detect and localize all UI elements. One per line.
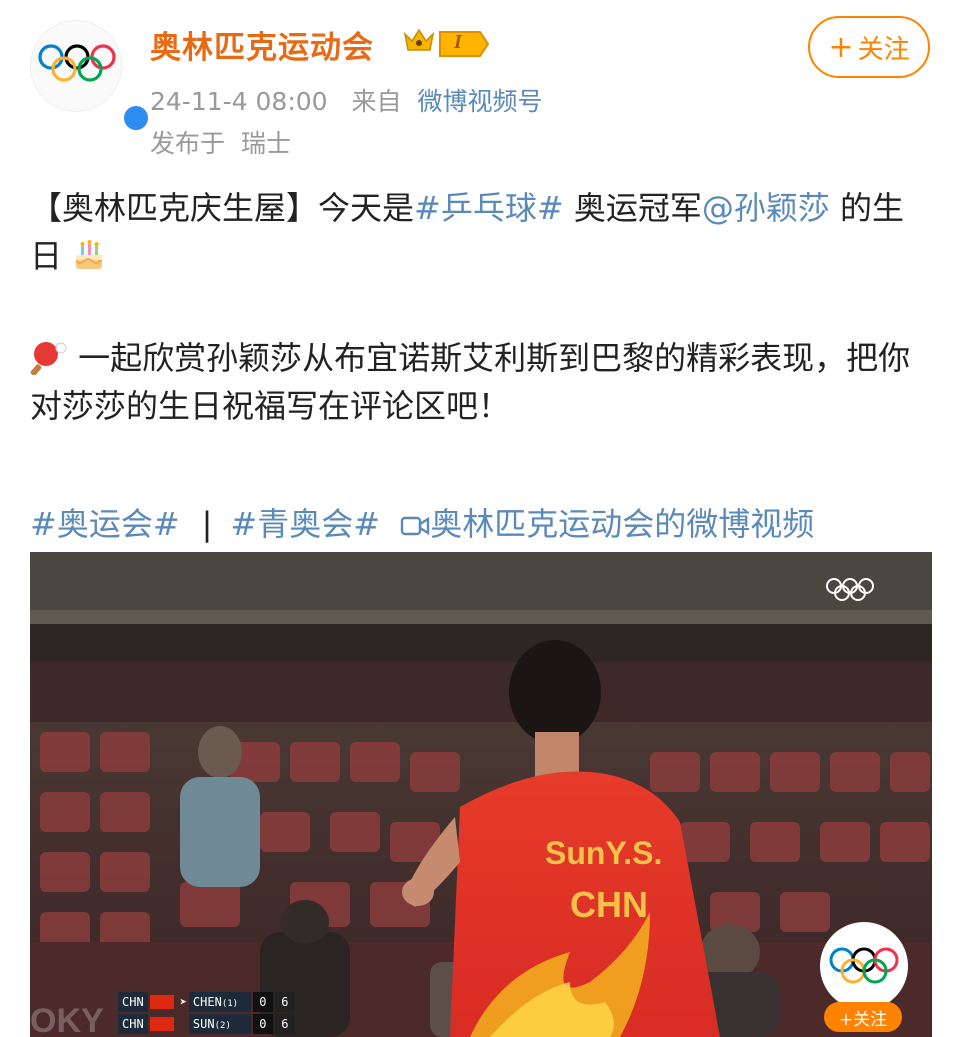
venue-watermark: OKY — [30, 1002, 104, 1037]
score-points: 6 — [274, 1014, 295, 1034]
plus-icon: + — [828, 29, 854, 65]
level-text: I — [454, 31, 462, 53]
text-segment: 【奥林匹克庆生屋】今天是 — [30, 189, 415, 227]
from-label: 来自 — [351, 87, 402, 116]
post-content: 【奥林匹克庆生屋】今天是#乒乓球# 奥运冠军@孙颖莎 的生日 一起欣赏孙颖莎从布… — [30, 184, 935, 430]
location-value: 瑞士 — [240, 129, 291, 158]
floating-follow-button[interactable]: +关注 — [824, 1002, 902, 1032]
paragraph-1: 【奥林匹克庆生屋】今天是#乒乓球# 奥运冠军@孙颖莎 的生日 — [30, 184, 935, 280]
location-prefix: 发布于 — [150, 129, 226, 158]
topic-link-youth-olympics[interactable]: #青奥会# — [230, 505, 380, 543]
serve-arrow-icon: ➤ — [179, 995, 187, 1009]
video-frame: SunY.S. CHN OKY — [30, 552, 932, 1037]
score-seed: (1) — [221, 999, 239, 1009]
olympic-rings-icon — [38, 44, 116, 82]
score-player: SUN — [192, 1017, 215, 1031]
china-flag-icon — [149, 1017, 174, 1031]
post-source-link[interactable]: 微博视频号 — [418, 87, 543, 116]
separator: | — [201, 505, 213, 543]
member-level-badge[interactable]: I — [438, 30, 490, 58]
scoreboard-row: CHN ➤ SUN(2) 0 6 — [118, 1014, 295, 1034]
follow-label: 关注 — [857, 34, 910, 65]
text-segment: 一起欣赏孙颖莎从布宜诺斯艾利斯到巴黎的精彩表现，把你对莎莎的生日祝福写在评论区吧… — [30, 339, 911, 425]
post-meta: 24-11-4 08:00 来自 微博视频号 — [150, 82, 543, 118]
score-points: 6 — [274, 992, 295, 1012]
tag-line: #奥运会# | #青奥会# 奥林匹克运动会的微博视频 — [30, 500, 814, 548]
score-country: CHN — [118, 992, 148, 1012]
score-country: CHN — [118, 1014, 148, 1034]
score-games: 0 — [252, 992, 273, 1012]
scoreboard: CHN ➤ CHEN(1) 0 6 CHN ➤ SUN(2) 0 6 — [118, 992, 295, 1036]
paragraph-2: 一起欣赏孙颖莎从布宜诺斯艾利斯到巴黎的精彩表现，把你对莎莎的生日祝福写在评论区吧… — [30, 334, 935, 430]
follow-button[interactable]: + 关注 — [808, 16, 930, 78]
video-source-link[interactable]: 奥林匹克运动会的微博视频 — [430, 505, 814, 543]
score-seed: (2) — [214, 1021, 231, 1031]
topic-link-pingpong[interactable]: #乒乓球# — [414, 189, 564, 227]
post-location: 发布于 瑞士 — [150, 124, 291, 160]
jersey-country-text: CHN — [570, 884, 648, 925]
post-time: 24-11-4 08:00 — [150, 87, 328, 116]
post-header: 奥林匹克运动会 I 24-11-4 08:00 来自 微博视频号 发布于 瑞士 … — [0, 0, 960, 160]
mention-link[interactable]: @孙颖莎 — [702, 189, 830, 227]
crown-icon — [403, 28, 435, 51]
verified-badge-icon — [121, 103, 151, 144]
floating-author-avatar[interactable] — [820, 922, 908, 1010]
author-avatar[interactable] — [30, 20, 151, 144]
china-flag-icon — [149, 995, 174, 1009]
score-games: 0 — [252, 1014, 273, 1034]
topic-link-olympics[interactable]: #奥运会# — [30, 505, 180, 543]
birthday-cake-icon — [75, 240, 103, 269]
scoreboard-row: CHN ➤ CHEN(1) 0 6 — [118, 992, 295, 1012]
video-icon — [401, 516, 430, 536]
video-player[interactable]: SunY.S. CHN OKY — [30, 552, 932, 1037]
olympic-rings-icon — [829, 947, 899, 984]
jersey-name-text: SunY.S. — [545, 835, 662, 871]
text-segment: 奥运冠军 — [563, 189, 702, 227]
author-name[interactable]: 奥林匹克运动会 — [150, 22, 374, 67]
score-player: CHEN — [192, 995, 222, 1009]
ping-pong-icon — [30, 342, 67, 375]
